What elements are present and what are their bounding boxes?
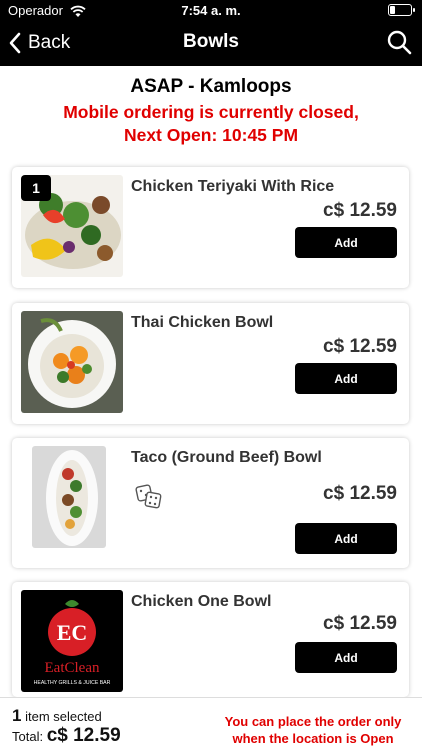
item-price: c$ 12.59 [323,200,397,221]
search-icon[interactable] [386,29,412,55]
menu-item-card[interactable]: Taco (Ground Beef) Bowl c$ 12.59 Add [12,438,409,568]
selected-text: item selected [25,709,102,724]
location-name: ASAP - Kamloops [130,76,292,97]
item-name: Chicken One Bowl [131,593,272,610]
order-warning: You can place the order only when the lo… [218,713,408,747]
selected-count: 1 [12,706,22,725]
eatclean-logo: EC EatClean HEALTHY GRILLS & JUICE BAR [21,590,123,692]
item-name: Taco (Ground Beef) Bowl [131,449,322,466]
back-button[interactable]: Back [8,28,70,58]
cart-footer: 1 item selected Total: c$ 12.59 You can … [0,697,422,750]
total-label: Total: [12,729,44,744]
menu-item-card[interactable]: EC EatClean HEALTHY GRILLS & JUICE BAR C… [12,582,409,697]
closed-notice: Mobile ordering is currently closed, Nex… [0,101,422,147]
menu-item-card[interactable]: 1 Chicken Teriyaki With Rice c$ 12.59 Ad… [12,167,409,288]
order-warning-line2: when the location is Open [232,731,394,746]
status-time: 7:54 a. m. [181,3,241,18]
top-bar: Operador 7:54 a. m. Back Bowls [0,0,422,66]
svg-text:EC: EC [57,620,88,645]
back-label: Back [28,32,71,53]
add-button[interactable]: Add [295,227,397,258]
add-button[interactable]: Add [295,523,397,554]
battery-icon [388,4,415,16]
selected-summary: 1 item selected [12,706,102,726]
dice-icon [135,484,162,509]
item-name: Thai Chicken Bowl [131,314,274,331]
total-value: c$ 12.59 [46,725,121,746]
add-button[interactable]: Add [295,363,397,394]
total-summary: Total: c$ 12.59 [12,725,121,747]
add-button[interactable]: Add [295,642,397,673]
chevron-left-icon [9,32,21,54]
item-price: c$ 12.59 [323,613,397,634]
quantity-badge: 1 [21,175,51,201]
svg-text:HEALTHY GRILLS & JUICE BAR: HEALTHY GRILLS & JUICE BAR [34,680,111,686]
item-photo [21,311,123,413]
svg-text:EatClean: EatClean [45,660,100,676]
menu-item-card[interactable]: Thai Chicken Bowl c$ 12.59 Add [12,303,409,424]
item-photo [32,446,106,548]
item-price: c$ 12.59 [323,336,397,357]
closed-notice-line2: Next Open: 10:45 PM [123,125,299,145]
order-warning-line1: You can place the order only [224,714,402,729]
closed-notice-line1: Mobile ordering is currently closed, [63,102,359,122]
item-name: Chicken Teriyaki With Rice [131,178,335,195]
item-price: c$ 12.59 [323,483,397,504]
status-bar: Operador 7:54 a. m. [0,0,422,22]
